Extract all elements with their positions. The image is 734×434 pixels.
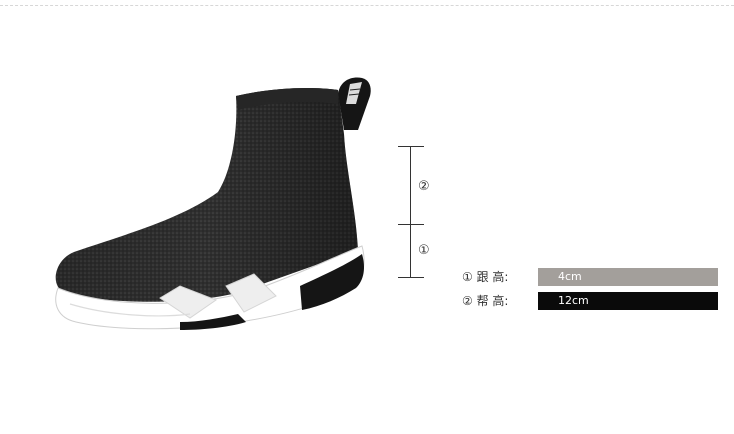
legend-value-bar: 4cm	[538, 268, 718, 286]
legend-label: ② 帮 高:	[462, 294, 509, 308]
size-legend: ① 跟 高: 4cm ② 帮 高: 12cm	[460, 268, 722, 316]
scale-marker-heel-height: ①	[418, 243, 430, 258]
legend-row-heel-height: ① 跟 高: 4cm	[460, 268, 722, 286]
scale-marker-upper-height: ②	[418, 179, 430, 194]
legend-value-bar: 12cm	[538, 292, 718, 310]
scale-tick-top	[398, 146, 424, 147]
scale-line	[410, 146, 411, 278]
sock-sneaker-image	[40, 60, 380, 350]
legend-label: ① 跟 高:	[462, 270, 509, 284]
legend-row-upper-height: ② 帮 高: 12cm	[460, 292, 722, 310]
scale-tick-bottom	[398, 277, 424, 278]
product-canvas: ② ① ① 跟 高: 4cm ② 帮 高: 12cm	[0, 0, 734, 434]
scale-tick-middle	[398, 224, 424, 225]
top-divider	[0, 5, 734, 6]
height-scale: ② ①	[398, 146, 438, 278]
